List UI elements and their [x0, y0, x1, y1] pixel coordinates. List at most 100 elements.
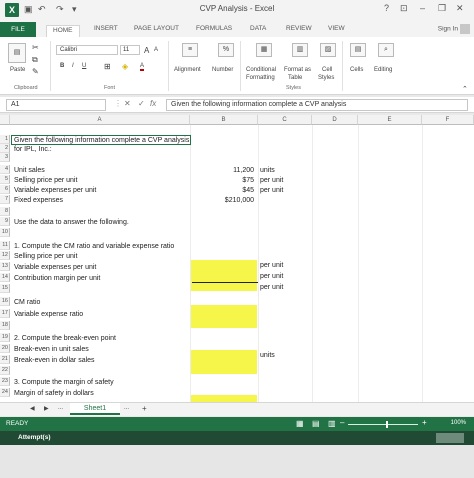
page-break-view-icon[interactable]: ▥	[328, 419, 336, 428]
sheet-more-left[interactable]: ...	[58, 405, 63, 411]
insert-function-icon[interactable]: fx	[150, 99, 156, 108]
restore-icon[interactable]: ❐	[438, 3, 446, 14]
answer-cells-ratios[interactable]	[191, 305, 257, 328]
answer-cells-cm[interactable]	[191, 260, 257, 291]
row-header[interactable]: 3	[0, 153, 10, 162]
page-layout-view-icon[interactable]: ▤	[312, 419, 320, 428]
conditional-formatting-label-2[interactable]: Formatting	[246, 75, 275, 81]
cell-a16[interactable]: CM ratio	[14, 298, 40, 307]
borders-icon[interactable]: ⊞	[104, 62, 111, 71]
column-header-b[interactable]: B	[190, 115, 258, 125]
grow-font-button[interactable]: A	[144, 46, 149, 55]
row-header[interactable]: 18	[0, 321, 10, 330]
normal-view-icon[interactable]: ▦	[296, 419, 304, 428]
row-header[interactable]: 9	[0, 217, 10, 226]
cell-styles-label-2[interactable]: Styles	[318, 75, 334, 81]
cell-b4[interactable]: 11,200	[190, 166, 254, 175]
column-header-a[interactable]: A	[10, 115, 190, 125]
tab-insert[interactable]: INSERT	[94, 25, 118, 32]
cut-icon[interactable]: ✂	[32, 43, 39, 52]
tab-view[interactable]: VIEW	[328, 25, 345, 32]
row-header[interactable]: 5	[0, 175, 10, 184]
sheet-next-icon[interactable]: ▶	[44, 405, 49, 412]
row-header[interactable]: 23	[0, 377, 10, 386]
cell-b5[interactable]: $75	[190, 176, 254, 185]
format-as-table-label-2[interactable]: Table	[288, 75, 302, 81]
name-box[interactable]: A1	[6, 99, 106, 111]
tab-formulas[interactable]: FORMULAS	[196, 25, 232, 32]
column-header-c[interactable]: C	[258, 115, 312, 125]
row-header[interactable]: 14	[0, 273, 10, 282]
tab-data[interactable]: DATA	[250, 25, 266, 32]
cell-c4[interactable]: units	[260, 166, 275, 175]
number-button[interactable]: Number	[212, 67, 233, 73]
row-header[interactable]: 8	[0, 207, 10, 216]
cell-c13[interactable]: per unit	[260, 272, 283, 281]
cancel-icon[interactable]: ✕	[124, 99, 131, 108]
alignment-icon[interactable]: ≡	[182, 43, 198, 57]
editing-icon[interactable]: ⌕	[378, 43, 394, 57]
cell-c14[interactable]: per unit	[260, 283, 283, 292]
cell-c5[interactable]: per unit	[260, 176, 283, 185]
cell-a2[interactable]: for IPL, Inc.:	[14, 145, 52, 154]
zoom-slider[interactable]	[348, 424, 418, 425]
cell-a6[interactable]: Variable expenses per unit	[14, 186, 96, 195]
row-header[interactable]: 7	[0, 195, 10, 204]
row-header[interactable]: 17	[0, 309, 10, 318]
cell-a11[interactable]: 1. Compute the CM ratio and variable exp…	[14, 242, 174, 251]
cell-styles-label-1[interactable]: Cell	[322, 67, 332, 73]
row-header[interactable]: 22	[0, 366, 10, 375]
cell-c6[interactable]: per unit	[260, 186, 283, 195]
fill-color-icon[interactable]: ◈	[122, 62, 128, 71]
editing-button[interactable]: Editing	[374, 67, 392, 73]
cell-a19[interactable]: 2. Compute the break-even point	[14, 334, 116, 343]
underline-button[interactable]: U	[82, 63, 86, 69]
column-header-f[interactable]: F	[422, 115, 474, 125]
ribbon-display-icon[interactable]: ⊡	[400, 3, 408, 14]
answer-cells-breakeven[interactable]	[191, 350, 257, 374]
zoom-level[interactable]: 100%	[451, 420, 466, 426]
tab-review[interactable]: REVIEW	[286, 25, 312, 32]
cell-b6[interactable]: $45	[190, 186, 254, 195]
cells-icon[interactable]: ▤	[350, 43, 366, 57]
row-header[interactable]: 2	[0, 144, 10, 153]
shrink-font-button[interactable]: A	[154, 47, 158, 53]
tab-home[interactable]: HOME	[46, 25, 80, 37]
cell-styles-icon[interactable]: ▨	[320, 43, 336, 57]
formula-bar-menu-icon[interactable]: ⋮	[114, 99, 122, 108]
italic-button[interactable]: I	[72, 63, 74, 69]
cell-a4[interactable]: Unit sales	[14, 166, 45, 175]
cell-a14[interactable]: Contribution margin per unit	[14, 274, 100, 283]
row-header[interactable]: 11	[0, 241, 10, 250]
paste-button[interactable]: Paste	[10, 67, 25, 73]
cell-a5[interactable]: Selling price per unit	[14, 176, 77, 185]
column-header-d[interactable]: D	[312, 115, 358, 125]
row-header[interactable]: 6	[0, 185, 10, 194]
cell-a9[interactable]: Use the data to answer the following.	[14, 218, 129, 227]
answer-cell-margin-of-safety[interactable]	[191, 395, 257, 402]
sheet-more-right[interactable]: ...	[124, 405, 129, 411]
row-header[interactable]: 1	[0, 135, 10, 144]
row-header[interactable]: 13	[0, 262, 10, 271]
select-all-corner[interactable]	[0, 115, 10, 125]
add-sheet-icon[interactable]: +	[142, 404, 147, 413]
row-header[interactable]: 24	[0, 388, 10, 397]
tab-file[interactable]: FILE	[0, 22, 36, 37]
conditional-formatting-label-1[interactable]: Conditional	[246, 67, 276, 73]
enter-icon[interactable]: ✓	[138, 99, 145, 108]
format-as-table-label-1[interactable]: Format as	[284, 67, 311, 73]
cell-a21[interactable]: Break-even in dollar sales	[14, 356, 95, 365]
cell-a17[interactable]: Variable expense ratio	[14, 310, 83, 319]
cell-a13[interactable]: Variable expenses per unit	[14, 263, 96, 272]
help-icon[interactable]: ?	[384, 3, 389, 13]
column-header-e[interactable]: E	[358, 115, 422, 125]
sheet-prev-icon[interactable]: ◀	[30, 405, 35, 412]
close-icon[interactable]: ✕	[456, 3, 464, 14]
font-name-select[interactable]: Calibri	[56, 45, 118, 55]
formula-input[interactable]: Given the following information complete…	[166, 99, 468, 111]
copy-icon[interactable]: ⧉	[32, 55, 38, 65]
cell-a7[interactable]: Fixed expenses	[14, 196, 63, 205]
minimize-icon[interactable]: –	[420, 3, 425, 13]
sheet-tab-sheet1[interactable]: Sheet1	[70, 403, 120, 415]
percent-icon[interactable]: %	[218, 43, 234, 57]
